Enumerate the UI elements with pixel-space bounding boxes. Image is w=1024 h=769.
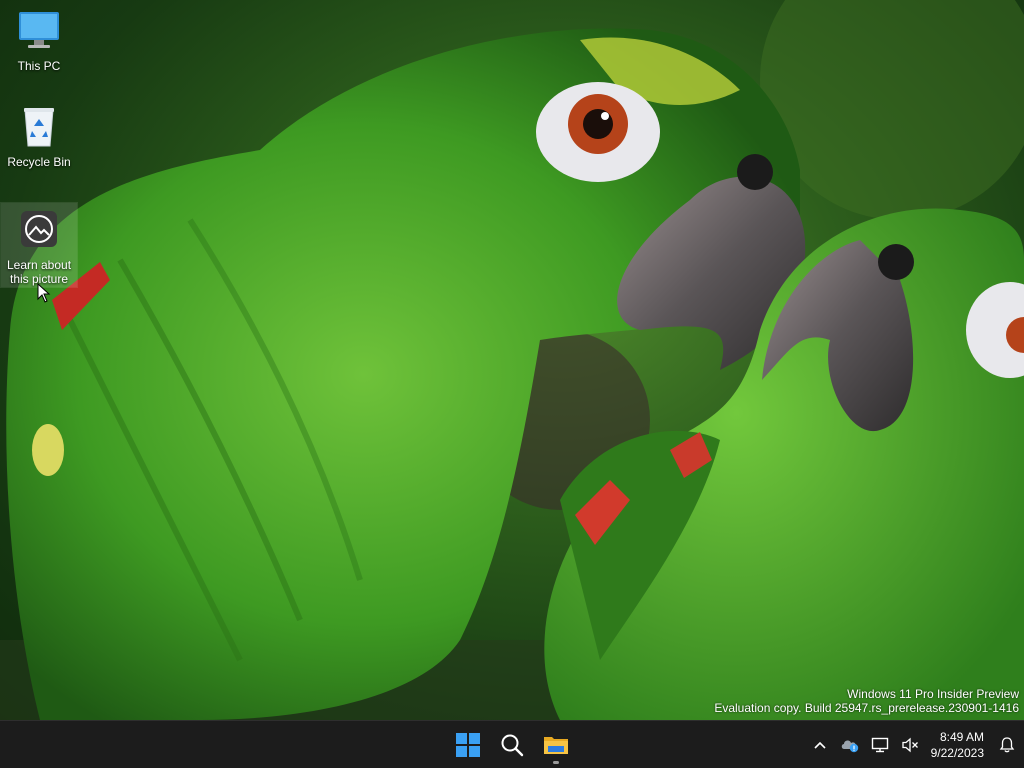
this-pc-desktop-icon[interactable]: This PC xyxy=(1,8,77,74)
taskbar: 8:49 AM 9/22/2023 xyxy=(0,720,1024,768)
notifications-button[interactable] xyxy=(990,725,1024,765)
taskbar-pinned-apps xyxy=(448,725,576,765)
recycle-bin-desktop-icon[interactable]: Recycle Bin xyxy=(1,104,77,170)
search-icon xyxy=(501,734,524,757)
watermark-build: Evaluation copy. Build 25947.rs_prerelea… xyxy=(714,701,1019,715)
windows-start-icon xyxy=(456,733,480,757)
recycle-bin-icon xyxy=(24,108,54,147)
system-tray: 8:49 AM 9/22/2023 xyxy=(805,721,1024,769)
volume-tray-button[interactable] xyxy=(895,725,925,765)
clock-date: 9/22/2023 xyxy=(930,746,984,760)
bell-icon xyxy=(999,737,1015,753)
network-icon xyxy=(871,737,888,753)
clock-time: 8:49 AM xyxy=(939,730,984,744)
clock-date-button[interactable]: 8:49 AM 9/22/2023 xyxy=(925,729,990,761)
show-hidden-icons-button[interactable] xyxy=(805,725,835,765)
search-button[interactable] xyxy=(492,725,532,765)
watermark-edition: Windows 11 Pro Insider Preview xyxy=(847,687,1019,701)
onedrive-tray-button[interactable] xyxy=(835,725,865,765)
recycle-bin-label: Recycle Bin xyxy=(7,155,71,169)
this-pc-label: This PC xyxy=(17,59,61,73)
monitor-icon xyxy=(19,12,59,48)
file-explorer-icon xyxy=(544,737,568,754)
start-button[interactable] xyxy=(448,725,488,765)
chevron-up-icon xyxy=(814,741,826,749)
desktop: This PC Recycle Bin Learn about this pic… xyxy=(0,0,1024,720)
camera-circle-icon xyxy=(21,211,57,247)
evaluation-watermark: Windows 11 Pro Insider Preview Evaluatio… xyxy=(714,687,1019,715)
network-tray-button[interactable] xyxy=(865,725,895,765)
file-explorer-button[interactable] xyxy=(536,725,576,765)
onedrive-icon xyxy=(841,740,858,753)
parrots-wallpaper xyxy=(0,0,1024,720)
learn-about-picture-desktop-icon[interactable]: Learn about this picture xyxy=(0,202,78,288)
volume-muted-icon xyxy=(901,737,918,753)
mouse-pointer-icon xyxy=(37,283,51,303)
learn-about-picture-label-line1: Learn about xyxy=(6,258,72,272)
